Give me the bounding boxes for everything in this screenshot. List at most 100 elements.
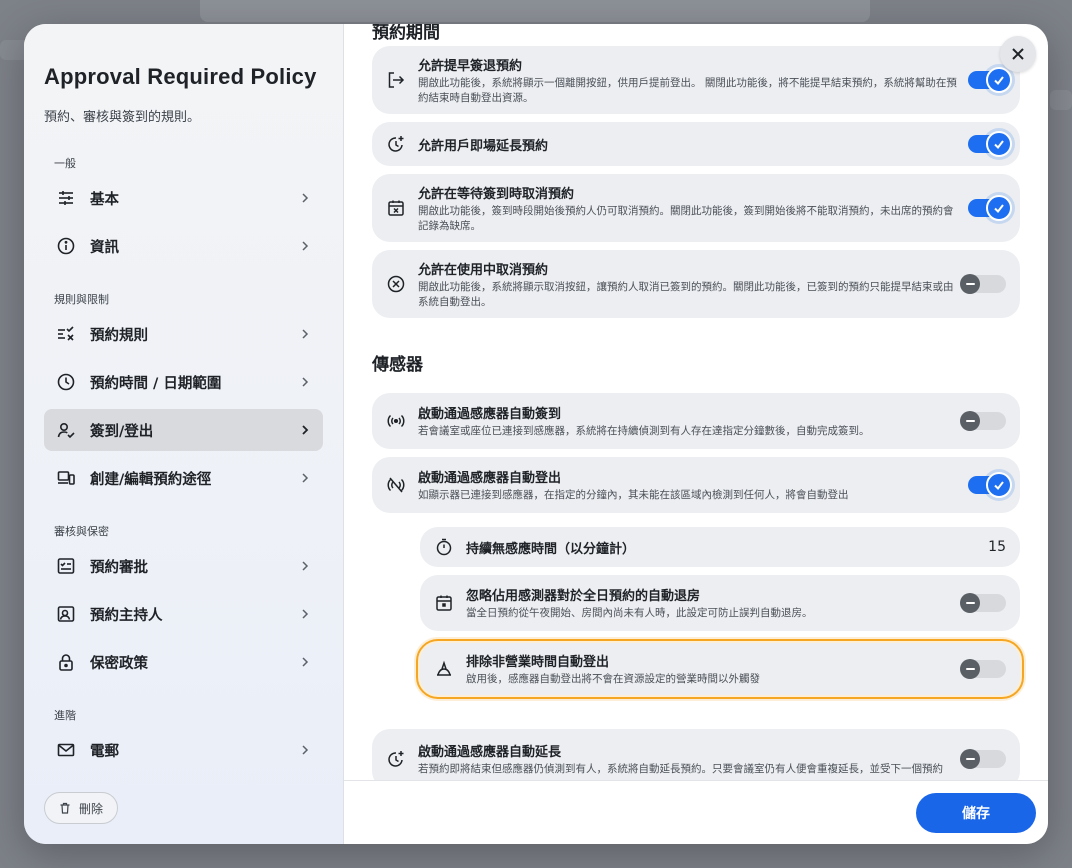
minus-icon [960, 659, 980, 679]
delete-button[interactable]: 刪除 [44, 792, 119, 824]
setting-desc: 開啟此功能後，系統將顯示一個離開按鈕，供用戶提前登出。 關閉此功能後，將不能提早… [418, 76, 957, 104]
delete-label: 刪除 [79, 801, 104, 816]
sidebar-item-info[interactable]: 資訊 [44, 225, 323, 267]
main-panel: 預約期間 允許提早簽退預約 開啟此功能後，系統將顯示一個離開按鈕，供用戶提前登出… [344, 24, 1048, 844]
setting-title: 允許用戶即場延長預約 [418, 138, 549, 154]
sidebar-item-host[interactable]: 預約主持人 [44, 593, 323, 635]
close-button[interactable] [1000, 36, 1036, 72]
moon-icon [434, 659, 454, 679]
trash-icon [60, 802, 70, 814]
setting-title: 啟動通過感應器自動延長 [418, 745, 562, 760]
setting-title: 允許在等待簽到時取消預約 [418, 186, 575, 202]
toggle-sensor-checkout[interactable] [968, 472, 1012, 498]
time-plus-icon [386, 749, 406, 769]
backdrop-bar [200, 0, 870, 22]
setting-desc: 若會議室或座位已連接到感應器，系統將在持續偵測到有人存在達指定分鐘數後，自動完成… [418, 425, 870, 437]
setting-card-ignore-allday: 忽略佔用感測器對於全日預約的自動退房 當全日預約從午夜開始、房間內尚未有人時，此… [420, 575, 1020, 631]
setting-title: 持續無感應時間（以分鐘計） [466, 541, 636, 557]
sidebar-item-privacy[interactable]: 保密政策 [44, 641, 323, 683]
duration-value[interactable]: 15 [988, 539, 1006, 555]
section-heading-period: 預約期間 [372, 24, 440, 43]
section-heading-sensor: 傳感器 [372, 355, 423, 375]
chevron-right-icon [302, 473, 309, 483]
setting-title: 允許在使用中取消預約 [418, 262, 549, 278]
page-subtitle: 預約、審核與簽到的規則。 [44, 110, 201, 125]
toggle-sensor-checkin[interactable] [960, 411, 1006, 431]
sidebar-item-basic[interactable]: 基本 [44, 177, 323, 219]
toggle-sensor-extend[interactable] [960, 749, 1006, 769]
setting-card-early-checkout: 允許提早簽退預約 開啟此功能後，系統將顯示一個離開按鈕，供用戶提前登出。 關閉此… [372, 46, 1020, 114]
group-label-approval: 審核與保密 [54, 525, 109, 538]
devices-icon [56, 468, 76, 488]
sidebar-item-label: 預約時間 / 日期範圍 [90, 375, 222, 392]
minus-icon [960, 593, 980, 613]
time-plus-icon [386, 134, 406, 154]
setting-card-sensor-checkout: 啟動通過感應器自動登出 如顯示器已連接到感應器，在指定的分鐘內，其未能在該區域內… [372, 457, 1020, 513]
sidebar-item-booking-rules[interactable]: 預約規則 [44, 313, 323, 355]
sidebar-item-channels[interactable]: 創建/編輯預約途徑 [44, 457, 323, 499]
chevron-right-icon [302, 193, 309, 203]
info-icon [56, 236, 76, 256]
check-icon [986, 131, 1012, 157]
sidebar-item-label: 保密政策 [90, 655, 148, 672]
minus-icon [960, 274, 980, 294]
group-label-rules: 規則與限制 [54, 293, 109, 306]
sidebar-item-approval[interactable]: 預約審批 [44, 545, 323, 587]
setting-card-cancel-in-use: 允許在使用中取消預約 開啟此功能後，系統將顯示取消按鈕，讓預約人取消已簽到的預約… [372, 250, 1020, 318]
toggle-extend[interactable] [968, 131, 1012, 157]
sidebar-item-label: 預約規則 [90, 327, 148, 344]
clock-icon [56, 372, 76, 392]
mail-icon [56, 740, 76, 760]
chevron-right-icon [302, 561, 309, 571]
setting-desc: 如顯示器已連接到感應器，在指定的分鐘內，其未能在該區域內檢測到任何人，將會自動登… [418, 489, 849, 501]
setting-card-sensor-extend: 啟動通過感應器自動延長 若預約即將結束但感應器仍偵測到有人，系統將自動延長預約。… [372, 729, 1020, 780]
sidebar-item-label: 基本 [90, 191, 119, 208]
calendar-x-icon [386, 198, 406, 218]
check-icon [986, 472, 1012, 498]
chevron-right-icon [302, 329, 309, 339]
list-check-icon [56, 324, 76, 344]
save-button[interactable]: 儲存 [916, 793, 1036, 833]
setting-title: 啟動通過感應器自動簽到 [418, 407, 562, 422]
approval-icon [56, 556, 76, 576]
setting-card-exclude-offhours: 排除非營業時間自動登出 啟用後，感應器自動登出將不會在資源設定的營業時間以外觸發 [416, 639, 1024, 699]
settings-scroll-area[interactable]: 預約期間 允許提早簽退預約 開啟此功能後，系統將顯示一個離開按鈕，供用戶提前登出… [344, 24, 1048, 780]
sidebar-item-email[interactable]: 電郵 [44, 729, 323, 771]
calendar-icon [434, 593, 454, 613]
toggle-early-checkout[interactable] [968, 67, 1012, 93]
sidebar-item-checkin[interactable]: 簽到/登出 [44, 409, 323, 451]
group-label-advanced: 進階 [54, 709, 76, 722]
page-title: Approval Required Policy [44, 64, 317, 89]
stopwatch-icon [434, 537, 454, 557]
sidebar-item-label: 預約審批 [90, 559, 148, 576]
backdrop-blob [1050, 90, 1072, 110]
toggle-ignore-allday[interactable] [960, 593, 1006, 613]
chevron-right-icon [302, 745, 309, 755]
setting-card-duration: 持續無感應時間（以分鐘計） 15 [420, 527, 1020, 567]
sidebar-item-label: 簽到/登出 [90, 423, 154, 440]
toggle-cancel-in-use[interactable] [960, 274, 1006, 294]
check-icon [986, 67, 1012, 93]
minus-icon [960, 411, 980, 431]
sidebar-item-label: 預約主持人 [90, 607, 163, 624]
chevron-right-icon [302, 425, 309, 435]
chevron-right-icon [302, 609, 309, 619]
lock-icon [56, 652, 76, 672]
chevron-right-icon [302, 241, 309, 251]
toggle-exclude-offhours[interactable] [960, 659, 1006, 679]
setting-desc: 若預約即將結束但感應器仍偵測到有人，系統將自動延長預約。只要會議室仍有人便會重複… [418, 763, 943, 775]
footer-bar: 儲存 [344, 780, 1048, 844]
chevron-right-icon [302, 377, 309, 387]
setting-card-extend: 允許用戶即場延長預約 [372, 122, 1020, 166]
sidebar-item-label: 電郵 [90, 743, 119, 760]
group-label-general: 一般 [54, 157, 76, 170]
logout-icon [386, 70, 406, 90]
setting-desc: 啟用後，感應器自動登出將不會在資源設定的營業時間以外觸發 [466, 673, 760, 685]
sliders-icon [56, 188, 76, 208]
setting-desc: 開啟此功能後，簽到時段開始後預約人仍可取消預約。關閉此功能後，簽到開始後將不能取… [418, 204, 954, 232]
sidebar: Approval Required Policy 預約、審核與簽到的規則。 一般… [24, 24, 344, 844]
setting-title: 忽略佔用感測器對於全日預約的自動退房 [466, 589, 701, 604]
setting-title: 允許提早簽退預約 [418, 58, 523, 74]
sidebar-item-time-range[interactable]: 預約時間 / 日期範圍 [44, 361, 323, 403]
toggle-cancel-waiting[interactable] [968, 195, 1012, 221]
